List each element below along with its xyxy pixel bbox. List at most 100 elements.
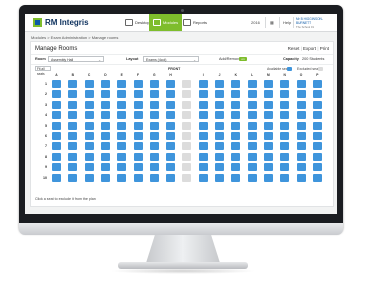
- seat[interactable]: [215, 132, 224, 140]
- seat[interactable]: [52, 173, 61, 182]
- print-button[interactable]: Print: [320, 46, 329, 51]
- nav-modules[interactable]: Modules: [149, 14, 183, 31]
- grid-menu-icon[interactable]: ▦: [270, 14, 274, 31]
- nav-reports[interactable]: Reports: [179, 14, 211, 31]
- seat[interactable]: [117, 163, 127, 172]
- seat[interactable]: [215, 100, 224, 109]
- seat[interactable]: [100, 132, 110, 140]
- seat[interactable]: [296, 163, 306, 172]
- seat[interactable]: [52, 152, 61, 161]
- seat[interactable]: [198, 173, 208, 182]
- aisle-seat[interactable]: [182, 142, 192, 151]
- seat[interactable]: [133, 152, 143, 161]
- export-button[interactable]: Export: [303, 46, 316, 51]
- seat[interactable]: [52, 100, 61, 109]
- seat[interactable]: [312, 111, 322, 120]
- seat[interactable]: [247, 132, 257, 140]
- seat[interactable]: [100, 111, 110, 120]
- seat[interactable]: [247, 152, 257, 161]
- seat[interactable]: [68, 100, 78, 109]
- seat[interactable]: [263, 111, 273, 120]
- seat[interactable]: [280, 111, 290, 120]
- aisle-seat[interactable]: [182, 90, 192, 99]
- seat[interactable]: [231, 90, 241, 99]
- seat[interactable]: [312, 132, 322, 140]
- seat[interactable]: [117, 111, 127, 120]
- seat[interactable]: [84, 90, 94, 99]
- seat[interactable]: [133, 121, 143, 130]
- seat[interactable]: [133, 111, 143, 120]
- seat[interactable]: [68, 142, 78, 151]
- seat[interactable]: [68, 173, 78, 182]
- seat[interactable]: [133, 173, 143, 182]
- seat[interactable]: [280, 163, 290, 172]
- seat[interactable]: [280, 121, 290, 130]
- seat[interactable]: [215, 80, 224, 88]
- aisle-seat[interactable]: [182, 100, 192, 109]
- seat[interactable]: [280, 142, 290, 151]
- seat[interactable]: [198, 90, 208, 99]
- seat[interactable]: [198, 111, 208, 120]
- seat[interactable]: [231, 100, 241, 109]
- seat[interactable]: [100, 80, 110, 88]
- seat[interactable]: [166, 142, 176, 151]
- seat[interactable]: [312, 80, 322, 88]
- seat[interactable]: [280, 90, 290, 99]
- seat[interactable]: [117, 90, 127, 99]
- seat[interactable]: [263, 132, 273, 140]
- seat[interactable]: [312, 90, 322, 99]
- seat[interactable]: [117, 121, 127, 130]
- aisle-seat[interactable]: [182, 132, 192, 140]
- seat[interactable]: [84, 142, 94, 151]
- seat[interactable]: [280, 173, 290, 182]
- seat[interactable]: [149, 142, 159, 151]
- seat[interactable]: [166, 90, 176, 99]
- seat[interactable]: [247, 100, 257, 109]
- seat[interactable]: [296, 152, 306, 161]
- seat[interactable]: [133, 90, 143, 99]
- seat[interactable]: [84, 111, 94, 120]
- seat[interactable]: [117, 173, 127, 182]
- seat[interactable]: [247, 142, 257, 151]
- seat[interactable]: [263, 121, 273, 130]
- seat[interactable]: [247, 111, 257, 120]
- seat[interactable]: [198, 121, 208, 130]
- seat[interactable]: [149, 121, 159, 130]
- reset-button[interactable]: Reset: [288, 46, 300, 51]
- seat[interactable]: [117, 152, 127, 161]
- seat[interactable]: [231, 142, 241, 151]
- seat[interactable]: [52, 142, 61, 151]
- seat[interactable]: [312, 163, 322, 172]
- seat[interactable]: [149, 111, 159, 120]
- seat[interactable]: [296, 90, 306, 99]
- seat[interactable]: [149, 100, 159, 109]
- seat[interactable]: [247, 121, 257, 130]
- seat[interactable]: [68, 152, 78, 161]
- seat[interactable]: [149, 80, 159, 88]
- seat[interactable]: [84, 121, 94, 130]
- seat[interactable]: [117, 132, 127, 140]
- seat[interactable]: [296, 132, 306, 140]
- seat[interactable]: [231, 163, 241, 172]
- seat[interactable]: [263, 90, 273, 99]
- seat[interactable]: [149, 163, 159, 172]
- seat[interactable]: [263, 142, 273, 151]
- room-select[interactable]: Assembly Hall ⌄: [48, 56, 104, 62]
- seat[interactable]: [84, 152, 94, 161]
- seat[interactable]: [52, 132, 61, 140]
- seat[interactable]: [215, 173, 224, 182]
- aisle-seat[interactable]: [182, 152, 192, 161]
- seat[interactable]: [312, 152, 322, 161]
- seat[interactable]: [263, 80, 273, 88]
- seat[interactable]: [312, 121, 322, 130]
- seat[interactable]: [100, 142, 110, 151]
- seat[interactable]: [263, 173, 273, 182]
- seat[interactable]: [52, 121, 61, 130]
- seat[interactable]: [100, 121, 110, 130]
- seat[interactable]: [231, 132, 241, 140]
- seat[interactable]: [296, 173, 306, 182]
- seat[interactable]: [263, 100, 273, 109]
- seat[interactable]: [117, 142, 127, 151]
- seat[interactable]: [149, 132, 159, 140]
- seat[interactable]: [263, 152, 273, 161]
